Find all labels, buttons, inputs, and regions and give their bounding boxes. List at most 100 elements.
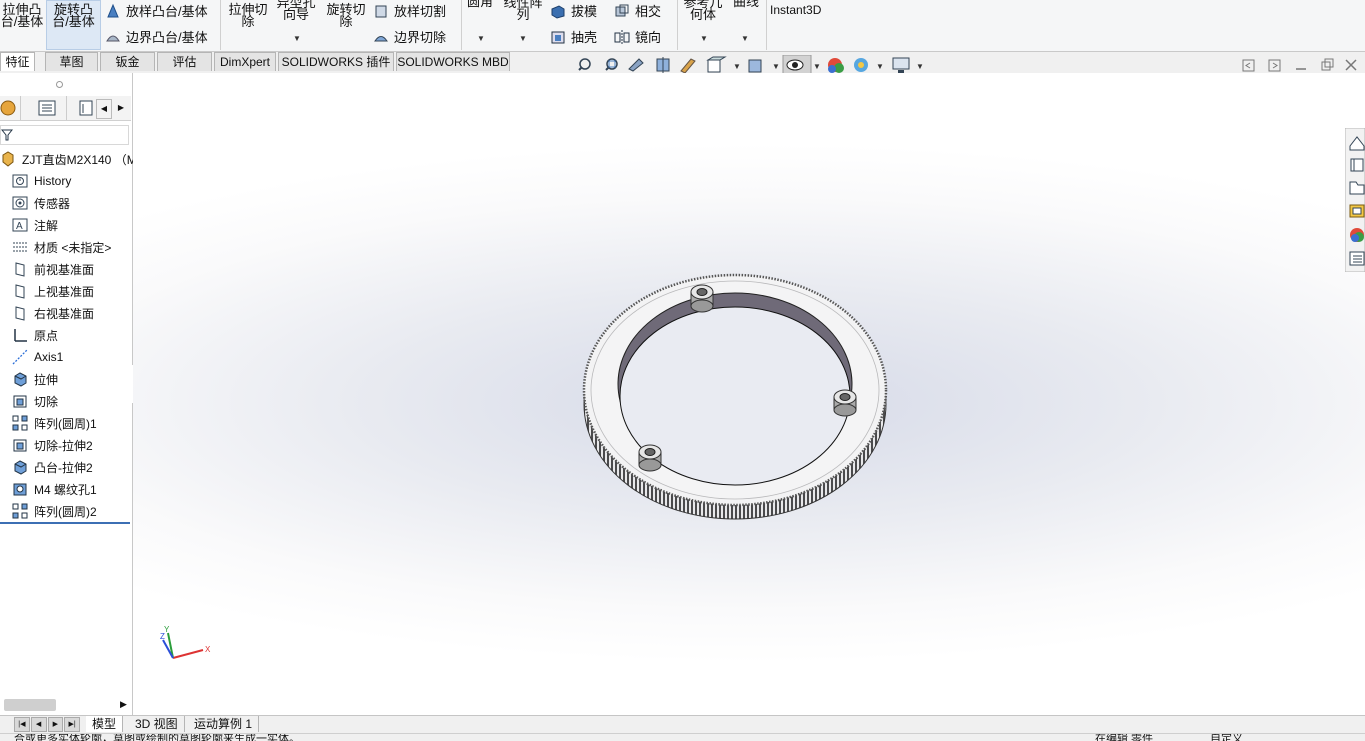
boss-right	[833, 389, 857, 417]
scroll-right-icon[interactable]: ▶	[120, 699, 127, 710]
section-view-icon[interactable]	[656, 57, 670, 73]
feature-manager-tab-icon[interactable]	[0, 99, 20, 117]
revolve-boss-button[interactable]: 旋转凸 台/基体	[46, 0, 101, 50]
custom-properties-icon[interactable]	[1349, 251, 1365, 266]
view-orientation-icon[interactable]	[706, 56, 727, 73]
draft-label: 拔模	[571, 4, 598, 19]
property-manager-tab-icon[interactable]	[38, 100, 56, 116]
linear-pattern-chevron-down-icon[interactable]: ▼	[519, 34, 527, 43]
tree-item[interactable]: 切除-拉伸2	[12, 435, 93, 455]
horizontal-scrollbar-thumb[interactable]	[4, 699, 56, 711]
graphics-area[interactable]: X Y Z	[133, 73, 1365, 715]
tab-dimxpert[interactable]: DimXpert	[214, 52, 276, 71]
panel-grip[interactable]	[56, 81, 63, 88]
tree-item[interactable]: 上视基准面	[12, 281, 94, 301]
apply-scene-icon[interactable]	[854, 58, 868, 72]
intersect-button[interactable]: 相交	[614, 1, 661, 20]
last-tab-icon[interactable]: ▶|	[64, 717, 80, 732]
view-settings-chevron-down-icon[interactable]: ▼	[916, 62, 924, 71]
tree-item-label: Axis1	[34, 350, 64, 364]
extrude-icon	[14, 460, 27, 475]
apply-scene-chevron-down-icon[interactable]: ▼	[876, 62, 884, 71]
gear-model[interactable]	[582, 273, 888, 520]
extrude-cut-button[interactable]: 拉伸切 除	[225, 3, 271, 28]
next-document-icon[interactable]	[1268, 59, 1281, 72]
mirror-button[interactable]: 镜向	[614, 27, 661, 46]
tab-3d-view[interactable]: 3D 视图	[129, 716, 185, 732]
previous-document-icon[interactable]	[1242, 59, 1255, 72]
tree-filter-field[interactable]	[0, 125, 129, 145]
tree-root-part[interactable]: ZJT直齿M2X140 （M2	[0, 149, 143, 169]
boss-left	[638, 444, 662, 472]
dynamic-annotation-icon[interactable]	[680, 58, 696, 74]
tab-model[interactable]: 模型	[86, 716, 124, 732]
tree-item[interactable]: A 注解	[12, 215, 58, 235]
restore-icon[interactable]	[1321, 58, 1334, 71]
tree-item-label: 凸台-拉伸2	[34, 460, 93, 475]
tab-sketch[interactable]: 草图	[45, 52, 98, 71]
tab-solidworks-addins[interactable]: SOLIDWORKS 插件	[278, 52, 394, 71]
draft-button[interactable]: 拔模	[550, 1, 597, 20]
tab-sketch-label: 草图	[59, 55, 84, 69]
hole-wizard-button[interactable]: 异型孔 向导	[274, 0, 318, 21]
tree-item[interactable]: History	[12, 171, 71, 191]
view-settings-icon[interactable]	[892, 57, 910, 73]
display-style-chevron-down-icon[interactable]: ▼	[772, 62, 780, 71]
tree-item[interactable]: 切除	[12, 391, 58, 411]
tree-item[interactable]: 拉伸	[12, 369, 58, 389]
display-style-icon[interactable]	[748, 59, 762, 73]
tree-item[interactable]: 材质 <未指定>	[12, 237, 111, 257]
fillet-chevron-down-icon[interactable]: ▼	[477, 34, 485, 43]
previous-tab-icon[interactable]: ◀	[30, 717, 47, 732]
tree-item[interactable]: Axis1	[12, 347, 63, 367]
hole-wizard-chevron-down-icon[interactable]: ▼	[293, 34, 301, 43]
panel-tabs: ◀ ▶	[0, 96, 131, 121]
tab-solidworks-mbd[interactable]: SOLIDWORKS MBD	[396, 52, 510, 71]
tree-item[interactable]: 传感器	[12, 193, 70, 213]
linear-pattern-button[interactable]: 线性阵 列	[500, 0, 546, 21]
edit-appearance-icon[interactable]	[828, 58, 844, 73]
tab-evaluate[interactable]: 评估	[157, 52, 212, 71]
hide-show-chevron-down-icon[interactable]: ▼	[813, 62, 821, 71]
extrude-boss-button[interactable]: 拉伸凸 台/基体	[0, 3, 44, 28]
next-tab-icon[interactable]: ▶	[47, 717, 64, 732]
tree-item-label: 右视基准面	[34, 306, 95, 321]
tree-item[interactable]: 阵列(圆周)2	[12, 501, 97, 521]
tab-scroll-left-icon[interactable]: ◀	[96, 99, 112, 119]
instant3d-button[interactable]: Instant3D	[770, 4, 821, 16]
zoom-to-area-icon[interactable]	[605, 58, 618, 71]
tab-scroll-right-icon[interactable]: ▶	[114, 99, 128, 117]
shell-button[interactable]: 抽壳	[550, 27, 597, 46]
configuration-manager-tab-icon[interactable]	[78, 100, 94, 116]
view-orientation-chevron-down-icon[interactable]: ▼	[733, 62, 741, 71]
tree-item[interactable]: 阵列(圆周)1	[12, 413, 97, 433]
first-tab-icon[interactable]: |◀	[14, 717, 30, 732]
fillet-button[interactable]: 圆角	[463, 0, 497, 8]
rollback-bar[interactable]	[0, 522, 130, 524]
tree-item[interactable]: 前视基准面	[12, 259, 94, 279]
tab-sheetmetal[interactable]: 钣金	[100, 52, 155, 71]
boundary-cut-label: 边界切除	[394, 30, 447, 45]
boundary-boss-button[interactable]: 边界凸台/基体	[105, 27, 208, 46]
boundary-cut-button[interactable]: 边界切除	[373, 27, 446, 46]
tab-motion-study[interactable]: 运动算例 1	[188, 716, 260, 732]
tree-item[interactable]: 右视基准面	[12, 303, 94, 323]
tree-item[interactable]: 凸台-拉伸2	[12, 457, 93, 477]
tab-features[interactable]: 特征	[0, 52, 35, 71]
close-icon[interactable]	[1345, 59, 1357, 71]
design-library-icon[interactable]	[1350, 158, 1364, 172]
loft-cut-label: 放样切割	[394, 4, 447, 19]
view-palette-icon[interactable]	[1349, 204, 1365, 218]
curves-button[interactable]: 曲线	[730, 0, 762, 8]
reference-geometry-chevron-down-icon[interactable]: ▼	[700, 34, 708, 43]
revolve-cut-button[interactable]: 旋转切 除	[323, 3, 369, 28]
previous-view-icon[interactable]	[628, 58, 644, 72]
tree-item[interactable]: 原点	[12, 325, 58, 345]
appearances-icon[interactable]	[1350, 228, 1364, 242]
sweep-boss-button[interactable]: 放样凸台/基体	[105, 1, 208, 20]
loft-cut-button[interactable]: 放样切割	[373, 1, 446, 20]
curves-chevron-down-icon[interactable]: ▼	[741, 34, 749, 43]
reference-geometry-button[interactable]: 参考几 何体	[681, 0, 725, 21]
zoom-to-fit-icon[interactable]	[578, 58, 591, 71]
tree-item[interactable]: M4 螺纹孔1	[12, 479, 97, 499]
